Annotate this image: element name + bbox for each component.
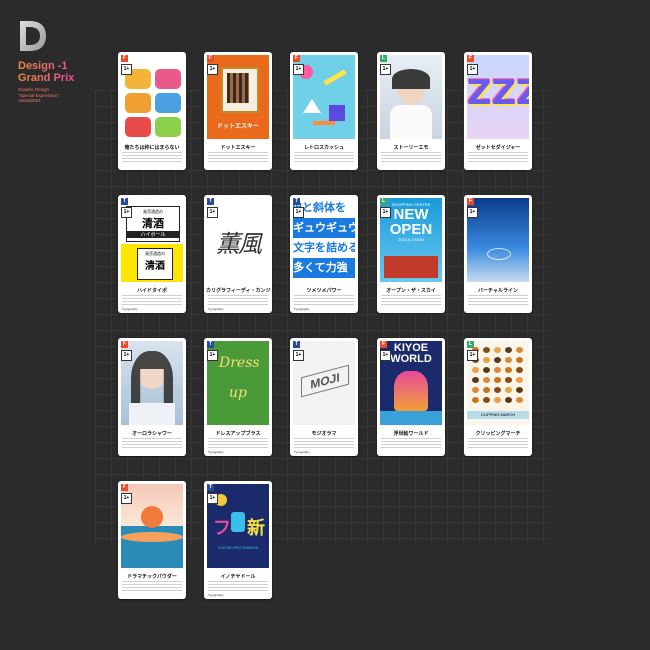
card-type-badge: F xyxy=(467,198,474,205)
card-description xyxy=(208,295,268,307)
card-type-badge: F xyxy=(467,55,474,62)
card-level-badge: 1+ xyxy=(467,350,478,361)
card[interactable]: 線と斜体を ギュウギュウ 文字を詰める 多くて力強 T 1+ ツメツメパワー T… xyxy=(290,195,358,313)
card-category: Typography xyxy=(294,307,310,311)
card-type-badge: L xyxy=(380,55,387,62)
card-level-badge: 1+ xyxy=(380,64,391,75)
card-level-badge: 1+ xyxy=(121,493,132,504)
card-name: ドレスアップブラス xyxy=(215,431,261,437)
card-name: イノチヤドール xyxy=(220,574,256,580)
card-description xyxy=(381,438,441,450)
card[interactable]: Dress up T 1+ ドレスアップブラス Typography xyxy=(204,338,272,456)
card-name: バーチャルライン xyxy=(478,288,518,294)
card-level-badge: 1+ xyxy=(121,207,132,218)
card-name: ドラマチックパウダー xyxy=(127,574,177,580)
card-level-badge: 1+ xyxy=(121,64,132,75)
card-description xyxy=(208,581,268,593)
card-description xyxy=(468,152,528,164)
card-description xyxy=(122,295,182,307)
card-level-badge: 1+ xyxy=(380,207,391,218)
card-type-badge: L xyxy=(467,341,474,348)
card-type-badge: T xyxy=(207,198,214,205)
card-name: オーロラシャワー xyxy=(132,431,172,437)
card-description xyxy=(122,438,182,450)
card-category: Typography xyxy=(294,450,310,454)
card[interactable]: SHOPPING CENTER NEW OPEN 2024.6.3 MON L … xyxy=(377,195,445,313)
award-title: Design -1 Grand Prix Graphic Design "Spe… xyxy=(18,60,74,104)
card-level-badge: 1+ xyxy=(293,64,304,75)
card-level-badge: 1+ xyxy=(207,207,218,218)
card[interactable]: 薫風 T 1+ カリグラフィーディ・カンジ Typography xyxy=(204,195,272,313)
title-line-1: Design -1 xyxy=(18,60,74,72)
card[interactable]: 発売酒造の 清酒 ハイボール 発売酒造の 清酒 T 1+ ハイドタイポ Typo… xyxy=(118,195,186,313)
card-name: ゼットセダイジャー xyxy=(475,145,521,151)
card-description xyxy=(208,152,268,164)
card[interactable]: F 1+ ドラマチックパウダー xyxy=(118,481,186,599)
card-type-badge: F xyxy=(380,341,387,348)
card-type-badge: T xyxy=(207,341,214,348)
card-type-badge: T xyxy=(293,198,300,205)
card-name: クリッピングマーチ xyxy=(475,431,521,437)
card[interactable]: KIYOE WORLD F 1+ 浮世絵ワールド xyxy=(377,338,445,456)
card-name: ハイドタイポ xyxy=(137,288,167,294)
title-line-2: Grand Prix xyxy=(18,72,75,84)
card-level-badge: 1+ xyxy=(293,350,304,361)
card-level-badge: 1+ xyxy=(207,493,218,504)
card-description xyxy=(122,581,182,593)
card-type-badge: F xyxy=(207,55,214,62)
card-name: ツメツメパワー xyxy=(306,288,342,294)
card-description xyxy=(468,295,528,307)
card-description xyxy=(294,295,354,307)
card-type-badge: T xyxy=(207,484,214,491)
card-name: ストーリーエモ xyxy=(393,145,429,151)
card[interactable]: MOJI T 1+ モジオラマ Typography xyxy=(290,338,358,456)
card[interactable]: ZZZ F 1+ ゼットセダイジャー xyxy=(464,52,532,170)
card-level-badge: 1+ xyxy=(467,207,478,218)
card-description xyxy=(122,152,182,164)
card-name: レトロスカッシュ xyxy=(303,145,344,151)
card-level-badge: 1+ xyxy=(121,350,132,361)
card-description xyxy=(208,438,268,450)
card-description xyxy=(381,152,441,164)
card-type-badge: T xyxy=(121,198,128,205)
card-category: Typography xyxy=(122,307,138,311)
card-description xyxy=(468,438,528,450)
card-description xyxy=(294,152,354,164)
card-level-badge: 1+ xyxy=(380,350,391,361)
card-description xyxy=(381,295,441,307)
card-name: 俺たちは枠にはまらない xyxy=(124,145,180,151)
card-type-badge: F xyxy=(121,341,128,348)
card-level-badge: 1+ xyxy=(467,64,478,75)
card-name: オープン・ザ・スカイ xyxy=(386,288,436,294)
card-category: Typography xyxy=(208,307,224,311)
card[interactable]: L 1+ ストーリーエモ xyxy=(377,52,445,170)
card-name: ドットエスキー xyxy=(220,145,256,151)
card-level-badge: 1+ xyxy=(207,64,218,75)
card[interactable]: ドットエスキー F 1+ ドットエスキー xyxy=(204,52,272,170)
card-type-badge: F xyxy=(293,55,300,62)
card-level-badge: 1+ xyxy=(207,350,218,361)
card-category: Typography xyxy=(208,593,224,597)
card-level-badge: 1+ xyxy=(293,207,304,218)
card[interactable]: F 1+ レトロスカッシュ xyxy=(290,52,358,170)
award-subtitle: Graphic Design "Special Expression" Awar… xyxy=(18,87,60,103)
card-name: 浮世絵ワールド xyxy=(393,431,429,437)
card[interactable]: CLIPPING MARCH L 1+ クリッピングマーチ xyxy=(464,338,532,456)
card-category: Typography xyxy=(208,450,224,454)
card[interactable]: F 1+ オーロラシャワー xyxy=(118,338,186,456)
card-name: カリグラフィーディ・カンジ xyxy=(206,288,270,294)
design-logo-icon xyxy=(20,21,46,51)
card[interactable]: F 1+ バーチャルライン xyxy=(464,195,532,313)
card-type-badge: T xyxy=(293,341,300,348)
card-type-badge: F xyxy=(121,55,128,62)
card[interactable]: F 1+ 俺たちは枠にはまらない xyxy=(118,52,186,170)
card-type-badge: F xyxy=(121,484,128,491)
card-type-badge: L xyxy=(380,198,387,205)
card[interactable]: フ 新 YOU MEI PRO SHINDUN T 1+ イノチヤドール Typ… xyxy=(204,481,272,599)
card-description xyxy=(294,438,354,450)
card-name: モジオラマ xyxy=(311,431,337,437)
